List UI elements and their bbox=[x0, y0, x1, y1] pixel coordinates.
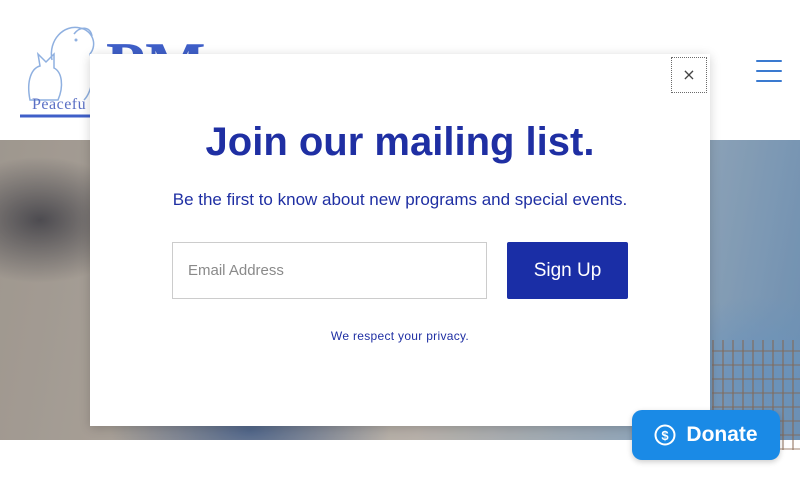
close-button[interactable]: × bbox=[671, 57, 707, 93]
modal-title: Join our mailing list. bbox=[205, 120, 595, 164]
dollar-circle-icon: $ bbox=[654, 424, 676, 446]
logo-text: Peacefu bbox=[32, 96, 87, 113]
menu-line bbox=[756, 60, 782, 62]
donate-label: Donate bbox=[686, 423, 758, 446]
hamburger-menu-icon[interactable] bbox=[756, 60, 782, 82]
mailing-list-modal: × Join our mailing list. Be the first to… bbox=[90, 54, 710, 426]
email-field[interactable] bbox=[172, 242, 487, 299]
privacy-note: We respect your privacy. bbox=[330, 329, 470, 343]
svg-text:$: $ bbox=[662, 428, 670, 443]
sign-up-button[interactable]: Sign Up bbox=[507, 242, 628, 299]
modal-subtitle: Be the first to know about new programs … bbox=[172, 190, 628, 209]
donate-button[interactable]: $ Donate bbox=[632, 410, 780, 460]
menu-line bbox=[756, 70, 782, 72]
menu-line bbox=[756, 80, 782, 82]
